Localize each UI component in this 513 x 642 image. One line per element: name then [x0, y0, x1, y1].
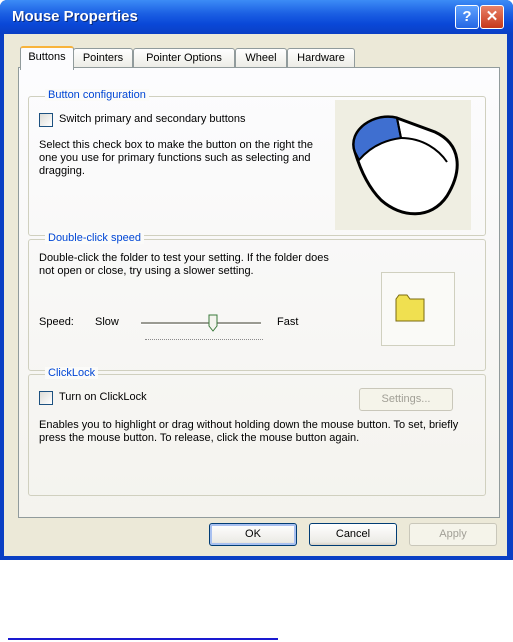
group-title-button-configuration: Button configuration	[45, 89, 149, 101]
switch-buttons-label[interactable]: Switch primary and secondary buttons	[59, 113, 245, 125]
mouse-illustration	[335, 100, 471, 230]
clicklock-description: Enables you to highlight or drag without…	[39, 419, 459, 444]
slow-label: Slow	[95, 316, 119, 328]
window-title: Mouse Properties	[12, 8, 138, 25]
group-double-click-speed: Double-click speed Double-click the fold…	[28, 232, 486, 371]
tab-pointer-options[interactable]: Pointer Options	[133, 48, 235, 68]
fast-label: Fast	[277, 316, 299, 328]
folder-icon[interactable]	[382, 273, 454, 345]
title-bar[interactable]: Mouse Properties ? ✕	[0, 0, 513, 34]
help-icon: ?	[462, 8, 472, 25]
speed-slider-track[interactable]	[141, 322, 261, 325]
ok-button[interactable]: OK	[209, 523, 297, 546]
mouse-icon	[352, 115, 459, 216]
group-button-configuration: Button configuration Switch primary and …	[28, 89, 486, 236]
clicklock-settings-button[interactable]: Settings...	[359, 388, 453, 411]
close-icon: ✕	[485, 8, 499, 25]
speed-slider-ticks	[145, 339, 263, 341]
underline-divider	[8, 638, 278, 640]
tab-hardware[interactable]: Hardware	[287, 48, 355, 68]
button-config-description: Select this check box to make the button…	[39, 139, 313, 177]
group-title-clicklock: ClickLock	[45, 367, 99, 379]
mouse-properties-window: Mouse Properties ? ✕ Buttons Pointers Po…	[0, 0, 513, 560]
cancel-button[interactable]: Cancel	[309, 523, 397, 546]
group-title-double-click-speed: Double-click speed	[45, 232, 144, 244]
help-button[interactable]: ?	[455, 5, 479, 29]
speed-label: Speed:	[39, 316, 74, 328]
speed-slider-thumb[interactable]	[208, 314, 218, 332]
tab-wheel[interactable]: Wheel	[235, 48, 287, 68]
double-click-description: Double-click the folder to test your set…	[39, 252, 329, 277]
close-button[interactable]: ✕	[480, 5, 504, 29]
apply-button[interactable]: Apply	[409, 523, 497, 546]
switch-buttons-checkbox[interactable]	[39, 113, 53, 127]
clicklock-label[interactable]: Turn on ClickLock	[59, 391, 147, 403]
tab-buttons[interactable]: Buttons	[20, 46, 74, 70]
tab-pointers[interactable]: Pointers	[73, 48, 133, 68]
group-clicklock: ClickLock Turn on ClickLock Settings... …	[28, 367, 486, 496]
clicklock-checkbox[interactable]	[39, 391, 53, 405]
test-folder-area[interactable]	[381, 272, 455, 346]
dialog-client-area: Buttons Pointers Pointer Options Wheel H…	[4, 34, 507, 556]
